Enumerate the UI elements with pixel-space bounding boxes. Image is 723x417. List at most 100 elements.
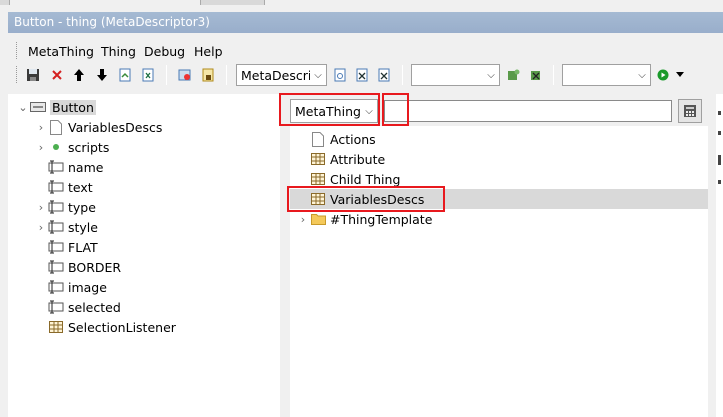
puzzle-run-icon bbox=[508, 69, 520, 80]
toolbar-separator bbox=[226, 65, 227, 85]
tree-item-label: text bbox=[68, 179, 93, 195]
run-button[interactable] bbox=[654, 65, 672, 84]
menu-metathing[interactable]: MetaThing bbox=[28, 44, 94, 60]
tree-item-name[interactable]: name bbox=[48, 157, 103, 177]
arrow-up-icon bbox=[74, 68, 84, 81]
edge-glyph bbox=[718, 131, 721, 135]
export-excel-button[interactable] bbox=[139, 65, 157, 84]
red-x-icon bbox=[52, 69, 62, 80]
tree-item-border[interactable]: BORDER bbox=[48, 257, 121, 277]
toolbar-separator bbox=[402, 65, 403, 85]
document-x-icon bbox=[356, 68, 368, 81]
chevron-right-icon[interactable]: › bbox=[34, 121, 48, 134]
image-edit-button[interactable] bbox=[176, 65, 194, 84]
text-field-icon bbox=[48, 299, 64, 315]
chevron-down-icon: ⌵ bbox=[487, 69, 495, 81]
blank-document-icon bbox=[310, 131, 326, 147]
chevron-right-icon[interactable]: › bbox=[34, 141, 48, 154]
table-grid-icon bbox=[310, 171, 326, 187]
tree-item-selected[interactable]: selected bbox=[48, 297, 121, 317]
highlight-category-select bbox=[279, 93, 380, 126]
table-grid-icon bbox=[310, 151, 326, 167]
tree-item-image[interactable]: image bbox=[48, 277, 107, 297]
tree-item-label: VariablesDescs bbox=[68, 119, 163, 135]
document-refresh-icon bbox=[119, 68, 131, 81]
secondary-combo[interactable]: ⌵ bbox=[411, 64, 500, 86]
toolbar-separator bbox=[166, 65, 167, 85]
tree-item-label: name bbox=[68, 159, 104, 175]
chevron-down-icon[interactable]: ⌄ bbox=[16, 101, 30, 114]
tab-stub-left[interactable] bbox=[0, 0, 10, 5]
run-target-combo[interactable]: ⌵ bbox=[562, 64, 651, 86]
list-item-label: Attribute bbox=[330, 151, 386, 167]
calculator-button[interactable] bbox=[678, 99, 702, 123]
toolbar-separator bbox=[553, 65, 554, 85]
lock-doc-button[interactable] bbox=[199, 65, 217, 84]
window-title: Button - thing (MetaDescriptor3) bbox=[8, 12, 723, 33]
list-item-label: Actions bbox=[330, 131, 376, 147]
tree-item-selectionlistener[interactable]: SelectionListener bbox=[48, 317, 176, 337]
edge-glyph bbox=[718, 111, 721, 115]
puzzle-x-icon bbox=[531, 70, 540, 80]
text-field-icon bbox=[48, 219, 64, 235]
tree-item-flat[interactable]: FLAT bbox=[48, 237, 98, 257]
menu-help[interactable]: Help bbox=[194, 44, 223, 60]
thing-tree-panel[interactable]: ⌄ Button › VariablesDescs › scripts name… bbox=[8, 94, 280, 417]
menu-grip[interactable] bbox=[16, 42, 19, 59]
tree-item-style[interactable]: › style bbox=[34, 217, 98, 237]
tree-item-label: selected bbox=[68, 299, 121, 315]
arrow-down-icon bbox=[97, 68, 107, 81]
tree-root-button[interactable]: ⌄ Button bbox=[16, 97, 96, 117]
tree-item-text[interactable]: text bbox=[48, 177, 93, 197]
tree-item-label: scripts bbox=[68, 139, 110, 155]
locked-document-icon bbox=[202, 68, 214, 81]
excel-document-icon bbox=[142, 68, 154, 81]
toolbar-grip[interactable] bbox=[16, 66, 19, 83]
list-item-label: #ThingTemplate bbox=[330, 211, 433, 227]
plugin-remove-button[interactable] bbox=[527, 65, 545, 84]
close-doc-button[interactable] bbox=[353, 65, 371, 84]
tree-item-type[interactable]: › type bbox=[34, 197, 96, 217]
filter-input[interactable] bbox=[384, 100, 672, 122]
prop-doc-button[interactable] bbox=[331, 65, 349, 84]
save-button[interactable] bbox=[24, 65, 42, 84]
chevron-right-icon[interactable]: › bbox=[34, 201, 48, 214]
caret-down-icon bbox=[676, 71, 684, 77]
run-dropdown-button[interactable] bbox=[673, 65, 687, 84]
descriptor-tree[interactable]: Actions Attribute Child Thing VariablesD… bbox=[290, 126, 708, 417]
properties-pane-edge bbox=[716, 94, 723, 417]
tab-stub-active[interactable] bbox=[200, 0, 265, 5]
descriptor-combo[interactable]: MetaDescri ⌵ bbox=[236, 64, 327, 86]
tree-item-label: BORDER bbox=[68, 259, 122, 275]
chevron-right-icon[interactable]: › bbox=[296, 213, 310, 226]
text-field-icon bbox=[48, 199, 64, 215]
plugin-button[interactable] bbox=[504, 65, 522, 84]
descriptor-combo-value: MetaDescri bbox=[241, 67, 310, 83]
delete-button[interactable] bbox=[48, 65, 66, 84]
list-item-attribute[interactable]: Attribute bbox=[310, 149, 385, 169]
list-item-label: Child Thing bbox=[330, 171, 401, 187]
remove-doc-button[interactable] bbox=[375, 65, 393, 84]
blank-document-icon bbox=[48, 119, 64, 135]
list-item-actions[interactable]: Actions bbox=[310, 129, 376, 149]
highlight-variablesdescs bbox=[287, 186, 445, 212]
menu-thing[interactable]: Thing bbox=[101, 44, 136, 60]
text-field-icon bbox=[48, 279, 64, 295]
menu-debug[interactable]: Debug bbox=[144, 44, 185, 60]
refresh-doc-button[interactable] bbox=[116, 65, 134, 84]
move-up-button[interactable] bbox=[70, 65, 88, 84]
move-down-button[interactable] bbox=[93, 65, 111, 84]
list-item-thingtemplate[interactable]: › #ThingTemplate bbox=[296, 209, 433, 229]
tree-root-label: Button bbox=[50, 99, 96, 115]
edge-glyph bbox=[718, 155, 721, 165]
tree-item-variablesdescs[interactable]: › VariablesDescs bbox=[34, 117, 162, 137]
document-properties-icon bbox=[334, 68, 346, 81]
tree-item-label: SelectionListener bbox=[68, 319, 176, 335]
chevron-down-icon: ⌵ bbox=[638, 69, 646, 81]
play-icon bbox=[657, 69, 669, 80]
table-grid-icon bbox=[48, 319, 64, 335]
tree-item-label: image bbox=[68, 279, 107, 295]
text-field-icon bbox=[48, 239, 64, 255]
chevron-right-icon[interactable]: › bbox=[34, 221, 48, 234]
tree-item-scripts[interactable]: › scripts bbox=[34, 137, 110, 157]
